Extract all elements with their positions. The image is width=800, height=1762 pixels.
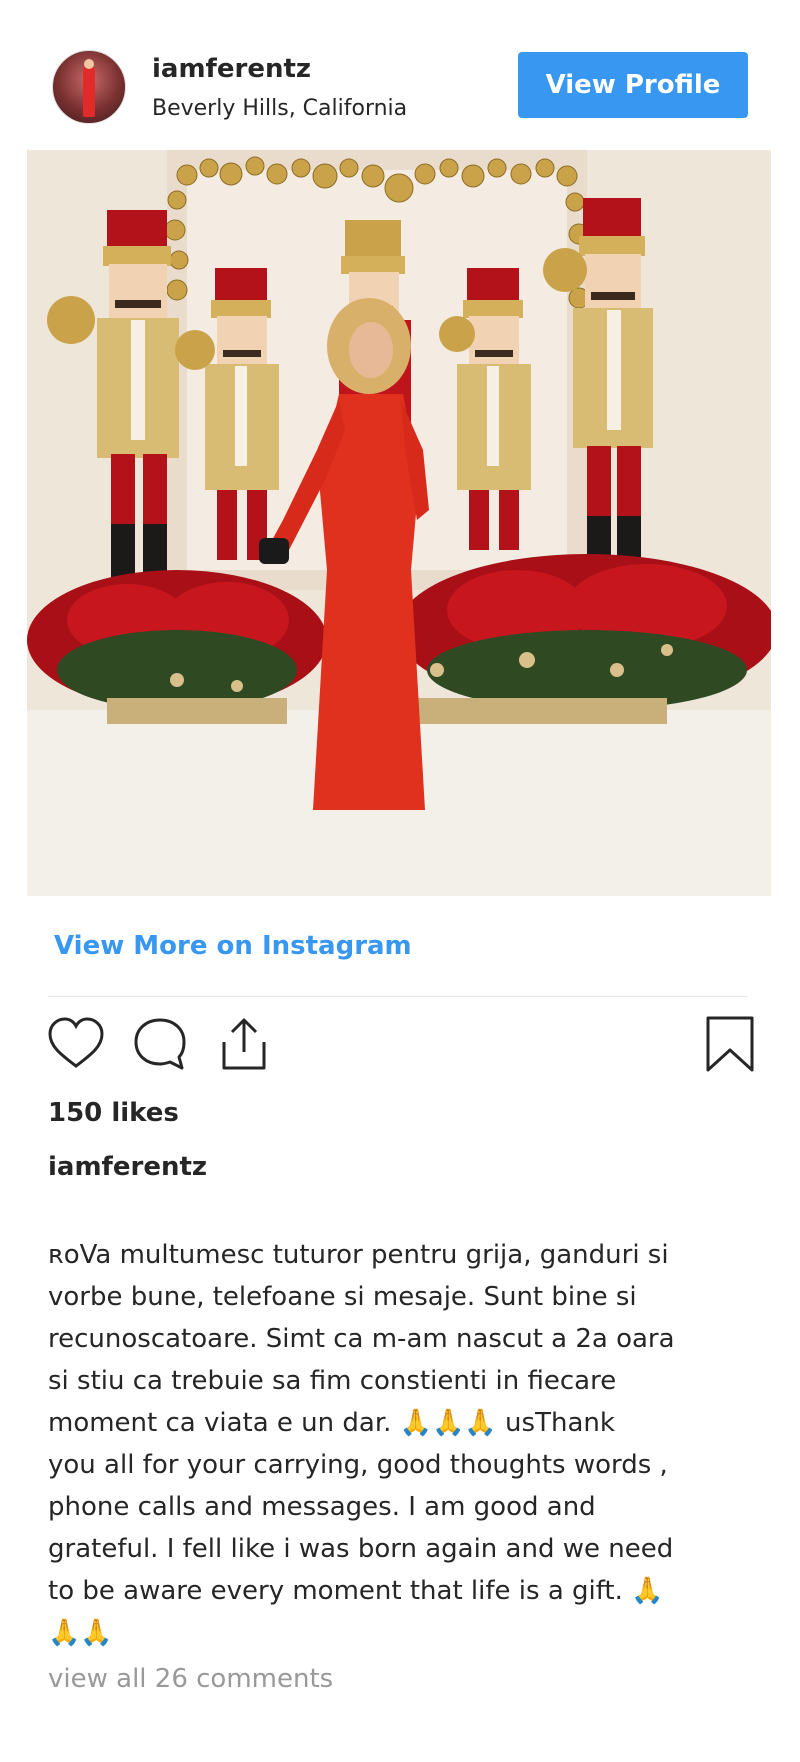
photo-illustration — [27, 150, 771, 896]
post-header: iamferentz Beverly Hills, California Vie… — [0, 0, 800, 150]
avatar-figure — [83, 65, 95, 117]
username[interactable]: iamferentz — [152, 54, 311, 84]
location[interactable]: Beverly Hills, California — [152, 96, 407, 121]
heart-icon[interactable] — [46, 1014, 106, 1074]
view-all-comments-link[interactable]: view all 26 comments — [48, 1664, 333, 1694]
share-upload-icon[interactable] — [214, 1014, 274, 1074]
avatar[interactable] — [52, 50, 126, 124]
likes-count[interactable]: 150 likes — [48, 1098, 179, 1128]
post-photo[interactable] — [27, 150, 771, 896]
avatar-head — [84, 59, 94, 69]
view-more-on-instagram-link[interactable]: View More on Instagram — [54, 931, 412, 961]
divider — [48, 996, 748, 997]
view-profile-button[interactable]: View Profile — [518, 52, 748, 118]
caption-username[interactable]: iamferentz — [48, 1152, 207, 1182]
caption-text: ʀoVa multumesc tuturor pentru grija, gan… — [48, 1240, 675, 1648]
bookmark-icon[interactable] — [700, 1014, 760, 1074]
comment-bubble-icon[interactable] — [130, 1014, 190, 1074]
